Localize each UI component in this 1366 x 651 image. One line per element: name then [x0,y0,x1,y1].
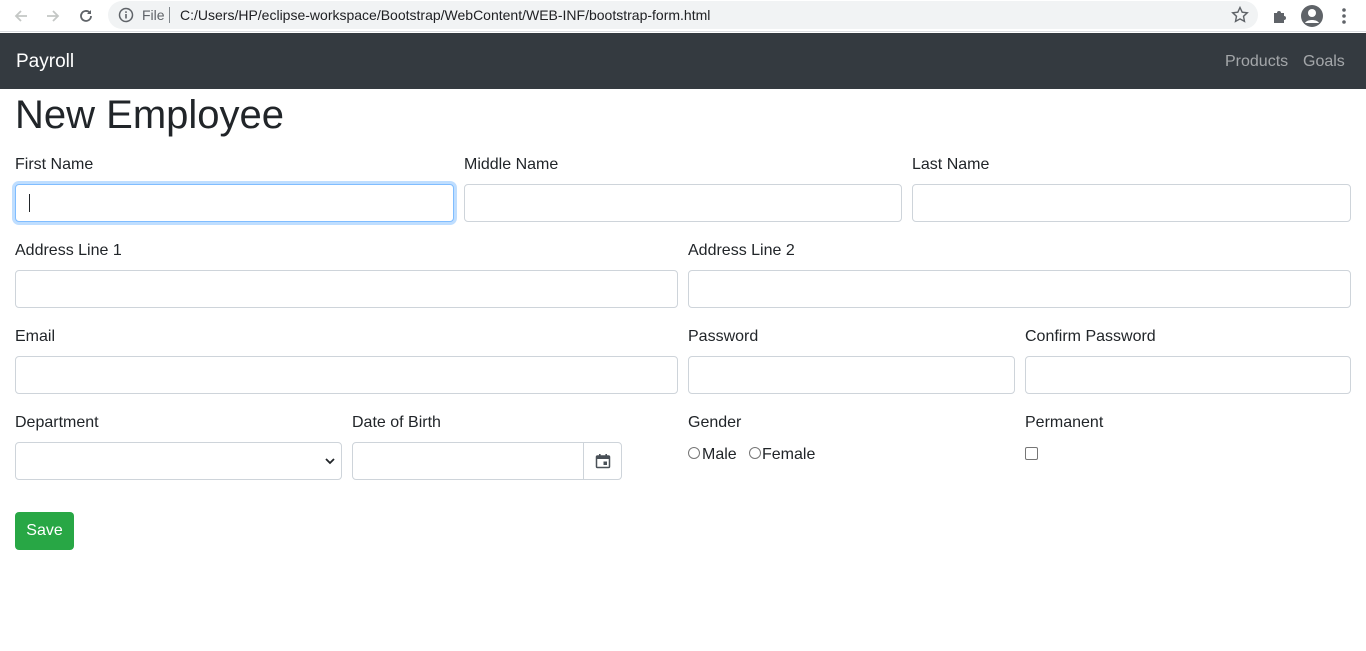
profile-button[interactable] [1300,4,1324,28]
bookmark-star-icon[interactable] [1230,5,1250,25]
gender-male-label[interactable]: Male [702,445,737,465]
back-button[interactable] [9,4,33,28]
forward-button[interactable] [41,4,65,28]
gender-female-radio[interactable] [749,447,761,459]
back-arrow-icon [14,10,27,22]
date-of-birth-input[interactable] [352,442,622,480]
save-button[interactable]: Save [15,512,74,550]
department-label: Department [15,414,99,431]
last-name-label: Last Name [912,156,990,173]
address-line-1-input[interactable] [15,270,678,308]
middle-name-label: Middle Name [464,156,559,173]
calendar-button[interactable] [583,443,621,479]
first-name-label: First Name [15,156,94,173]
info-icon[interactable] [118,7,134,23]
last-name-input[interactable] [912,184,1351,222]
kebab-menu-icon [1342,8,1346,24]
page-title: New Employee [15,93,285,137]
address-line-2-label: Address Line 2 [688,242,795,259]
reload-button[interactable] [74,4,98,28]
text-cursor [29,194,30,212]
email-input[interactable] [15,356,678,394]
date-of-birth-label: Date of Birth [352,414,441,431]
confirm-password-label: Confirm Password [1025,328,1156,345]
chevron-down-icon [325,458,335,465]
first-name-input[interactable] [15,184,454,222]
confirm-password-input[interactable] [1025,356,1351,394]
permanent-checkbox[interactable] [1025,447,1038,460]
gender-female-label[interactable]: Female [762,445,815,465]
address-line-1-label: Address Line 1 [15,242,122,259]
email-label: Email [15,328,56,345]
puzzle-icon [1274,11,1286,23]
gender-male-radio[interactable] [688,447,700,459]
department-select[interactable] [15,442,342,480]
url-text[interactable]: C:/Users/HP/eclipse-workspace/Bootstrap/… [180,7,710,23]
file-scheme-label: File [142,7,165,23]
address-bar[interactable]: File C:/Users/HP/eclipse-workspace/Boots… [108,1,1258,29]
reload-icon [80,10,92,22]
navbar-brand[interactable]: Payroll [16,51,74,73]
forward-arrow-icon [47,10,60,22]
nav-link-products[interactable]: Products [1225,53,1288,71]
password-input[interactable] [688,356,1015,394]
gender-label: Gender [688,414,742,431]
permanent-label: Permanent [1025,414,1104,431]
address-line-2-input[interactable] [688,270,1351,308]
omnibox-separator [169,7,170,23]
password-label: Password [688,328,759,345]
browser-toolbar: File C:/Users/HP/eclipse-workspace/Boots… [0,0,1366,32]
account-icon [1301,5,1323,27]
calendar-icon [595,454,610,469]
top-navbar: Payroll Products Goals [0,33,1366,89]
extensions-button[interactable] [1268,4,1292,28]
nav-link-goals[interactable]: Goals [1303,53,1345,71]
menu-button[interactable] [1332,4,1356,28]
middle-name-input[interactable] [464,184,902,222]
